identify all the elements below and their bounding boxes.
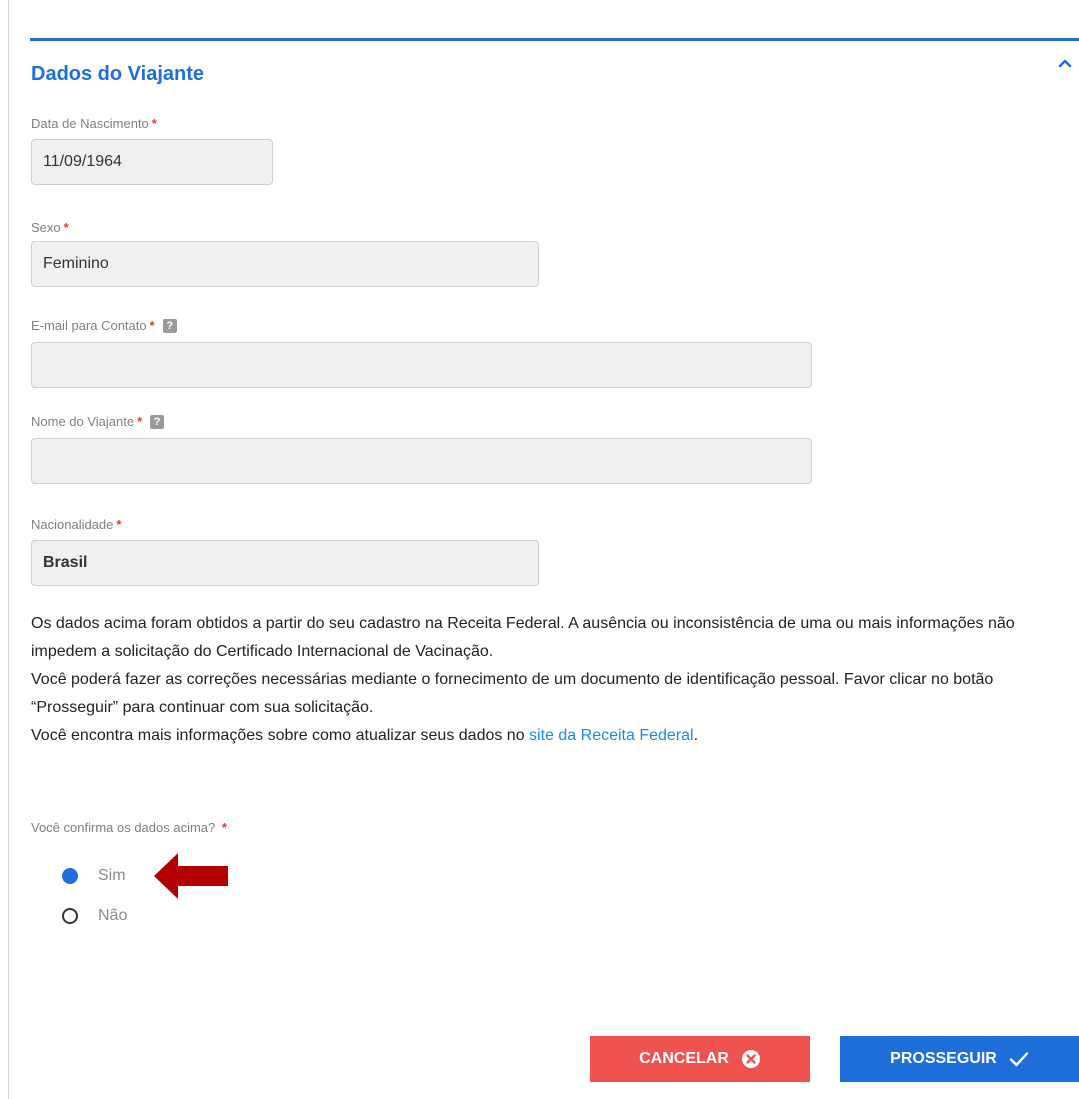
proceed-button[interactable]: PROSSEGUIR — [840, 1036, 1079, 1082]
radio-unchecked-icon[interactable] — [62, 908, 78, 924]
left-divider — [8, 0, 9, 1099]
arrow-left-icon — [154, 853, 228, 899]
cancel-button[interactable]: CANCELAR — [590, 1036, 810, 1082]
required-mark: * — [221, 820, 227, 835]
section-title: Dados do Viajante — [31, 63, 205, 85]
required-mark: * — [63, 220, 69, 235]
email-label-text: E-mail para Contato — [31, 318, 147, 333]
info-paragraph-3-text: Você encontra mais informações sobre com… — [31, 727, 530, 744]
radio-option-sim[interactable]: Sim — [62, 867, 126, 885]
nationality-label: Nacionalidade * — [31, 517, 121, 532]
info-paragraph-1: Os dados acima foram obtidos a partir do… — [31, 615, 1015, 660]
sex-label-text: Sexo — [31, 220, 61, 235]
help-icon[interactable]: ? — [162, 318, 177, 333]
collapse-section-button[interactable] — [1054, 52, 1076, 74]
receita-federal-link[interactable]: site da Receita Federal — [529, 727, 694, 744]
cancel-button-label: CANCELAR — [639, 1050, 729, 1067]
traveler-name-label: Nome do Viajante * ? — [31, 414, 165, 429]
sex-field[interactable] — [31, 241, 539, 287]
close-circle-icon — [741, 1050, 760, 1068]
chevron-up-icon — [1058, 59, 1072, 68]
check-icon — [1009, 1052, 1029, 1067]
info-paragraph-2: Você poderá fazer as correções necessári… — [31, 671, 994, 716]
proceed-button-label: PROSSEGUIR — [890, 1050, 997, 1067]
birth-date-field[interactable] — [31, 139, 273, 185]
birth-date-label: Data de Nascimento * — [31, 116, 157, 131]
radio-option-nao[interactable]: Não — [62, 907, 127, 925]
nationality-field[interactable] — [31, 540, 539, 586]
radio-checked-icon[interactable] — [62, 868, 78, 884]
traveler-name-label-text: Nome do Viajante — [31, 414, 135, 429]
help-icon[interactable]: ? — [150, 414, 165, 429]
required-mark: * — [151, 116, 157, 131]
confirm-question-label: Você confirma os dados acima? * — [31, 820, 227, 835]
confirm-question-text: Você confirma os dados acima? — [31, 820, 216, 835]
nationality-label-text: Nacionalidade — [31, 517, 114, 532]
traveler-name-field[interactable] — [31, 438, 812, 484]
section-top-accent — [30, 38, 1079, 41]
radio-label-sim: Sim — [98, 867, 126, 884]
info-paragraph-3-end: . — [693, 727, 699, 744]
info-text: Os dados acima foram obtidos a partir do… — [31, 610, 1061, 750]
required-mark: * — [137, 414, 143, 429]
required-mark: * — [149, 318, 155, 333]
radio-label-nao: Não — [98, 907, 128, 924]
required-mark: * — [116, 517, 122, 532]
sex-label: Sexo * — [31, 220, 69, 235]
email-field[interactable] — [31, 342, 812, 388]
email-label: E-mail para Contato * ? — [31, 318, 177, 333]
birth-date-label-text: Data de Nascimento — [31, 116, 149, 131]
info-paragraph-3: Você encontra mais informações sobre com… — [31, 722, 1061, 750]
